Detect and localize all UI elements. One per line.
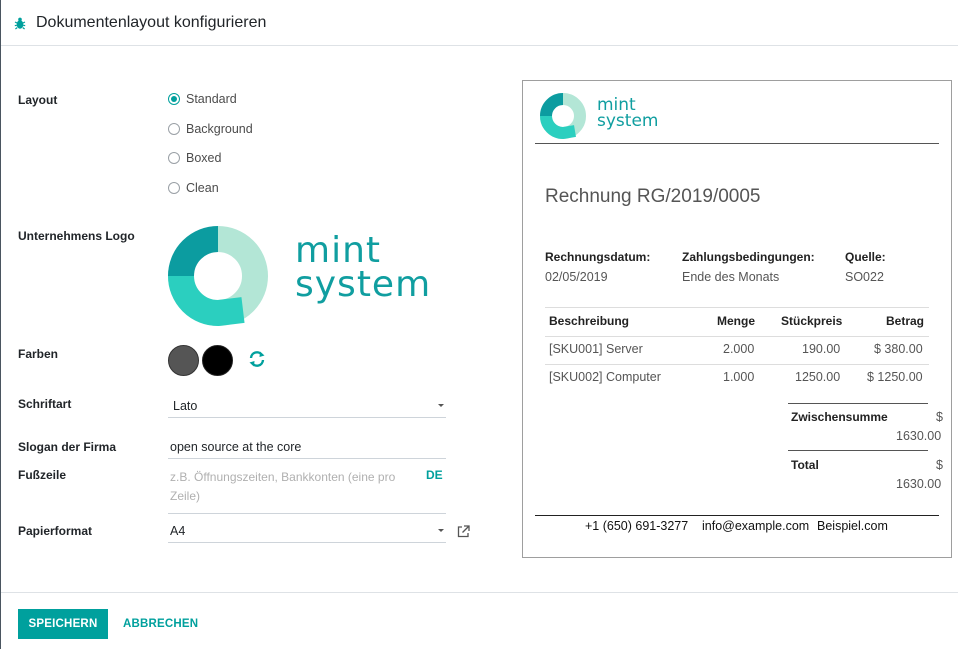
logo-ring-icon	[168, 226, 268, 326]
slogan-input[interactable]: open source at the core	[168, 437, 446, 459]
layout-option-clean[interactable]: Clean	[168, 181, 219, 195]
layout-option-boxed[interactable]: Boxed	[168, 151, 221, 165]
preview-table-header: Beschreibung	[549, 314, 630, 328]
dialog-header: Dokumentenlayout konfigurieren	[1, 0, 958, 46]
preview-table-top-border	[545, 307, 929, 308]
preview-row-unit-price: 190.00	[802, 342, 841, 356]
preview-total-label: Total	[791, 458, 819, 472]
reset-colors-icon[interactable]	[248, 350, 266, 368]
preview-meta-label: Rechnungsdatum:	[545, 250, 651, 264]
layout-option-background[interactable]: Background	[168, 122, 253, 136]
preview-footer-divider	[535, 515, 939, 516]
preview-total-value: 1630.00	[896, 477, 942, 491]
footer-language-button[interactable]: DE	[426, 468, 443, 482]
preview-invoice-title: Rechnung RG/2019/0005	[545, 186, 761, 207]
preview-row-quantity: 2.000	[723, 342, 755, 356]
preview-footer-phone: +1 (650) 691-3277	[585, 519, 689, 533]
radio-unchecked-icon[interactable]	[168, 123, 180, 135]
preview-meta-value: Ende des Monats	[682, 270, 780, 284]
logo-text-system: system	[295, 264, 432, 305]
dropdown-caret-icon	[438, 529, 444, 532]
font-select[interactable]: Lato	[168, 396, 446, 418]
preview-row-border	[545, 364, 929, 365]
preview-total-border	[788, 450, 928, 451]
preview-footer-company: Beispiel.com	[817, 519, 888, 533]
font-select-value: Lato	[173, 399, 198, 413]
radio-unchecked-icon[interactable]	[168, 152, 180, 164]
layout-option-label: Standard	[186, 92, 237, 106]
preview-table-header-border	[545, 336, 929, 337]
preview-subtotal-currency: $	[936, 410, 943, 424]
layout-option-label: Boxed	[186, 151, 222, 165]
radio-unchecked-icon[interactable]	[168, 182, 180, 194]
preview-row-unit-price: 1250.00	[795, 370, 841, 384]
cancel-button[interactable]: ABBRECHEN	[123, 609, 198, 639]
footer-textarea-placeholder: z.B. Öffnungszeiten, Bankkonten (eine pr…	[170, 470, 396, 503]
layout-option-label: Clean	[186, 181, 219, 195]
preview-table-header: Betrag	[886, 314, 925, 328]
bug-icon	[13, 16, 27, 30]
dropdown-caret-icon	[438, 404, 444, 407]
layout-label: Layout	[18, 93, 58, 107]
preview-header-divider	[535, 143, 939, 144]
preview-row-amount: $ 380.00	[874, 342, 923, 356]
preview-subtotal-border	[788, 403, 928, 404]
slogan-label: Slogan der Firma	[18, 440, 117, 454]
company-logo-upload[interactable]: mint system	[167, 226, 442, 326]
preview-row-quantity: 1.000	[723, 370, 755, 384]
preview-meta-value: 02/05/2019	[545, 270, 608, 284]
font-label: Schriftart	[18, 397, 72, 411]
paper-format-value: A4	[170, 524, 186, 538]
preview-meta-value: SO022	[845, 270, 884, 284]
preview-meta-label: Zahlungsbedingungen:	[682, 250, 815, 264]
preview-subtotal-value: 1630.00	[896, 429, 942, 443]
logo-text-mint: mint	[295, 230, 382, 271]
preview-logo-ring-icon	[540, 93, 586, 139]
dialog-title: Dokumentenlayout konfigurieren	[36, 13, 267, 31]
preview-logo-text-system: system	[597, 111, 659, 131]
preview-row-amount: $ 1250.00	[867, 370, 923, 384]
logo-label: Unternehmens Logo	[18, 229, 135, 243]
primary-color-swatch[interactable]	[168, 345, 199, 376]
preview-table-header: Stückpreis	[781, 314, 843, 328]
footer-label: Fußzeile	[18, 468, 67, 482]
slogan-input-value: open source at the core	[170, 440, 302, 454]
layout-option-label: Background	[186, 122, 253, 136]
layout-option-standard[interactable]: Standard	[168, 92, 237, 106]
document-preview: mint system Rechnung RG/2019/0005 Rechnu…	[522, 80, 952, 558]
colors-label: Farben	[18, 347, 59, 361]
preview-meta-label: Quelle:	[845, 250, 886, 264]
footer-textarea[interactable]: z.B. Öffnungszeiten, Bankkonten (eine pr…	[168, 466, 446, 514]
preview-row-description: [SKU002] Computer	[549, 370, 661, 384]
paper-format-label: Papierformat	[18, 524, 93, 538]
secondary-color-swatch[interactable]	[202, 345, 233, 376]
preview-total-currency: $	[936, 458, 943, 472]
preview-subtotal-label: Zwischensumme	[791, 410, 888, 424]
radio-checked-icon[interactable]	[168, 93, 180, 105]
preview-row-description: [SKU001] Server	[549, 342, 643, 356]
preview-table-header: Menge	[717, 314, 756, 328]
save-button[interactable]: SPEICHERN	[18, 609, 108, 639]
preview-footer-email: info@example.com	[702, 519, 810, 533]
external-link-icon[interactable]	[457, 525, 470, 538]
paper-format-select[interactable]: A4	[168, 521, 446, 543]
